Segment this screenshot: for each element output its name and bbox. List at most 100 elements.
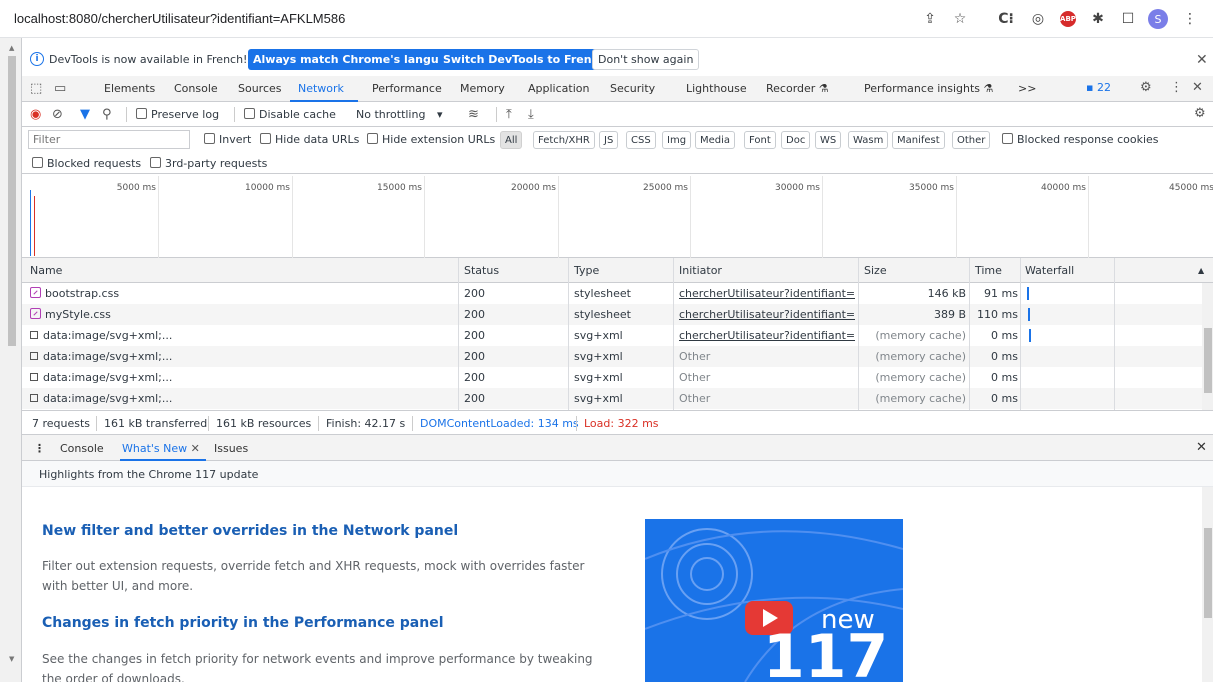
sort-arrow-icon[interactable]: ▲	[1198, 266, 1204, 275]
close-devtools-icon[interactable]: ✕	[1192, 80, 1203, 95]
inspect-element-icon[interactable]: ⬚	[30, 81, 42, 96]
share-icon[interactable]: ⇪	[920, 9, 940, 29]
record-stop-icon[interactable]: ◉	[30, 107, 41, 122]
side-panel-icon[interactable]: ☐	[1118, 9, 1138, 29]
page-scrollbar-thumb[interactable]	[8, 56, 16, 346]
extension-c-icon[interactable]: C⁝	[996, 9, 1016, 29]
drawer-tab-console[interactable]: Console	[60, 442, 104, 455]
infobar-close-icon[interactable]: ✕	[1196, 52, 1208, 68]
import-har-icon[interactable]: ⤒	[506, 107, 512, 122]
type-filter-js[interactable]: JS	[599, 131, 619, 149]
column-header-time[interactable]: Time	[975, 264, 1002, 277]
table-row[interactable]: data:image/svg+xml;... 200 svg+xml Other…	[22, 367, 1202, 388]
search-icon[interactable]: ⚲	[102, 107, 112, 122]
column-header-status[interactable]: Status	[464, 264, 499, 277]
column-divider[interactable]	[858, 258, 859, 410]
type-filter-all[interactable]: All	[500, 131, 523, 149]
column-divider[interactable]	[673, 258, 674, 410]
tab-recorder[interactable]: Recorder ⚗	[766, 82, 829, 95]
close-drawer-icon[interactable]: ✕	[1196, 440, 1207, 455]
export-har-icon[interactable]: ⤓	[528, 107, 534, 122]
profile-avatar[interactable]: S	[1148, 9, 1168, 29]
tab-sources[interactable]: Sources	[238, 82, 282, 95]
dont-show-again-button[interactable]: Don't show again	[592, 49, 700, 70]
tab-memory[interactable]: Memory	[460, 82, 505, 95]
close-tab-icon[interactable]: ✕	[191, 442, 200, 455]
filter-input[interactable]	[28, 130, 190, 149]
column-header-type[interactable]: Type	[574, 264, 599, 277]
scroll-down-icon[interactable]: ▼	[9, 655, 14, 663]
third-party-requests-checkbox[interactable]: 3rd-party requests	[150, 157, 267, 170]
type-filter-wasm[interactable]: Wasm	[848, 131, 889, 149]
whats-new-scrollbar-thumb[interactable]	[1204, 528, 1212, 618]
invert-checkbox[interactable]: Invert	[204, 133, 251, 146]
type-filter-other[interactable]: Other	[952, 131, 991, 149]
type-filter-fetch-xhr[interactable]: Fetch/XHR	[533, 131, 595, 149]
kebab-menu-icon[interactable]: ⋮	[1180, 9, 1200, 29]
bookmark-star-icon[interactable]: ☆	[950, 9, 970, 29]
url-text[interactable]: localhost:8080/chercherUtilisateur?ident…	[14, 11, 345, 26]
network-conditions-icon[interactable]: ≋	[468, 107, 479, 122]
scroll-up-icon[interactable]: ▲	[9, 44, 14, 52]
type-filter-font[interactable]: Font	[744, 131, 776, 149]
network-settings-gear-icon[interactable]: ⚙	[1194, 106, 1206, 121]
request-initiator-link[interactable]: chercherUtilisateur?identifiant=...	[679, 329, 855, 342]
network-overview-timeline[interactable]: 5000 ms 10000 ms 15000 ms 20000 ms 25000…	[22, 176, 1213, 258]
drawer-tab-issues[interactable]: Issues	[214, 442, 248, 455]
tab-lighthouse[interactable]: Lighthouse	[686, 82, 747, 95]
request-initiator-link[interactable]: chercherUtilisateur?identifiant=...	[679, 308, 855, 321]
column-divider[interactable]	[458, 258, 459, 410]
tab-performance-insights[interactable]: Performance insights ⚗	[864, 82, 993, 95]
settings-gear-icon[interactable]: ⚙	[1140, 80, 1152, 95]
blocked-response-cookies-checkbox[interactable]: Blocked response cookies	[1002, 133, 1159, 146]
hide-extension-urls-checkbox[interactable]: Hide extension URLs	[367, 133, 495, 146]
extension-circle-icon[interactable]: ◎	[1028, 9, 1048, 29]
always-match-language-button[interactable]: Always match Chrome's language	[248, 49, 467, 70]
type-filter-css[interactable]: CSS	[626, 131, 656, 149]
feature-heading-fetch-priority[interactable]: Changes in fetch priority in the Perform…	[42, 615, 444, 631]
type-filter-manifest[interactable]: Manifest	[892, 131, 945, 149]
table-row[interactable]: bootstrap.css 200 stylesheet chercherUti…	[22, 283, 1202, 304]
tab-network[interactable]: Network	[298, 82, 344, 95]
type-filter-ws[interactable]: WS	[815, 131, 842, 149]
tab-application[interactable]: Application	[528, 82, 589, 95]
type-filter-doc[interactable]: Doc	[781, 131, 811, 149]
column-divider[interactable]	[1020, 258, 1021, 410]
table-row[interactable]: data:image/svg+xml;... 200 svg+xml Other…	[22, 388, 1202, 409]
column-divider[interactable]	[969, 258, 970, 410]
table-row[interactable]: data:image/svg+xml;... 200 svg+xml cherc…	[22, 325, 1202, 346]
tab-security[interactable]: Security	[610, 82, 655, 95]
drawer-menu-icon[interactable]: ⋮	[34, 442, 45, 455]
adblock-icon[interactable]: ABP	[1058, 9, 1078, 29]
feature-heading-network-filter[interactable]: New filter and better overrides in the N…	[42, 523, 458, 539]
switch-to-french-button[interactable]: Switch DevTools to French	[438, 49, 611, 70]
table-scrollbar-thumb[interactable]	[1204, 328, 1212, 393]
drawer-tab-whats-new[interactable]: What's New ✕	[122, 442, 200, 455]
column-header-waterfall[interactable]: Waterfall	[1025, 264, 1074, 277]
device-toolbar-icon[interactable]: ▭	[54, 81, 66, 96]
chrome-117-video-thumbnail[interactable]: new 117	[645, 519, 903, 682]
request-initiator-link[interactable]: chercherUtilisateur?identifiant=...	[679, 287, 855, 300]
column-header-name[interactable]: Name	[30, 264, 62, 277]
tab-elements[interactable]: Elements	[104, 82, 155, 95]
hide-data-urls-checkbox[interactable]: Hide data URLs	[260, 133, 359, 146]
throttling-select[interactable]: No throttling ▾	[356, 108, 442, 121]
blocked-requests-checkbox[interactable]: Blocked requests	[32, 157, 141, 170]
column-divider[interactable]	[568, 258, 569, 410]
type-filter-img[interactable]: Img	[662, 131, 692, 149]
clear-icon[interactable]: ⊘	[52, 107, 63, 122]
preserve-log-checkbox[interactable]: Preserve log	[136, 108, 219, 121]
devtools-menu-icon[interactable]: ⋮	[1170, 80, 1183, 95]
disable-cache-checkbox[interactable]: Disable cache	[244, 108, 336, 121]
column-header-size[interactable]: Size	[864, 264, 887, 277]
filter-funnel-icon[interactable]: ▼	[80, 107, 90, 122]
issues-badge[interactable]: ▪ 22	[1086, 81, 1111, 94]
puzzle-icon[interactable]: ✱	[1088, 9, 1108, 29]
column-header-initiator[interactable]: Initiator	[679, 264, 722, 277]
table-row[interactable]: data:image/svg+xml;... 200 svg+xml Other…	[22, 346, 1202, 367]
tab-performance[interactable]: Performance	[372, 82, 442, 95]
tab-console[interactable]: Console	[174, 82, 218, 95]
table-row[interactable]: myStyle.css 200 stylesheet chercherUtili…	[22, 304, 1202, 325]
type-filter-media[interactable]: Media	[695, 131, 736, 149]
more-tabs-button[interactable]: >>	[1018, 82, 1036, 95]
